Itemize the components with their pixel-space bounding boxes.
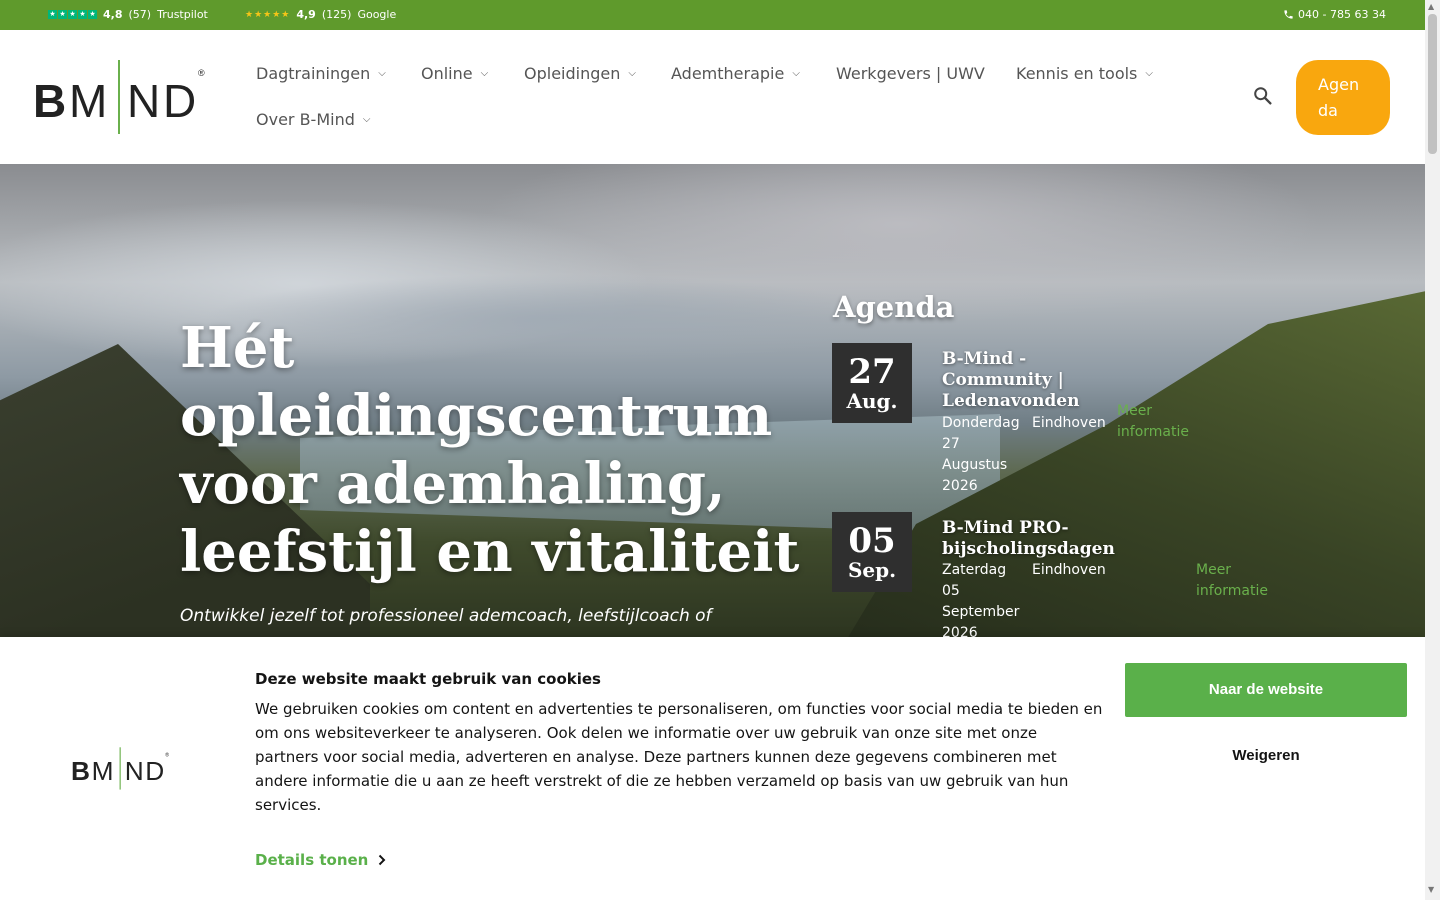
trustpilot-stars-icon: ★ ★ ★ ★ ★ xyxy=(48,10,97,19)
event-date: Donderdag 27 Augustus 2026 xyxy=(942,415,1020,494)
scroll-thumb[interactable] xyxy=(1428,14,1437,154)
svg-text:B: B xyxy=(71,756,90,786)
event-date-badge: 27 Aug. xyxy=(832,343,912,423)
event-title[interactable]: B-Mind PRO-bijscholingsdagen xyxy=(942,518,1142,560)
cookie-banner: B M N D ® Deze website maakt gebruik van… xyxy=(0,637,1425,900)
nav-item-opleidingen[interactable]: Opleidingen ⌵ xyxy=(524,64,636,83)
search-icon[interactable] xyxy=(1252,85,1274,111)
svg-text:M: M xyxy=(92,756,114,786)
agenda-heading: Agenda xyxy=(833,290,955,324)
google-count: (125) xyxy=(321,8,352,21)
svg-text:N: N xyxy=(127,75,160,127)
event-location: Eindhoven xyxy=(1032,562,1106,578)
svg-text:D: D xyxy=(163,75,196,127)
nav-item-kennis-en-tools[interactable]: Kennis en tools ⌵ xyxy=(1016,64,1153,83)
nav-item-ademtherapie[interactable]: Ademtherapie ⌵ xyxy=(671,64,800,83)
phone-number: 040 - 785 63 34 xyxy=(1298,8,1386,21)
nav-label: Ademtherapie xyxy=(671,64,785,83)
svg-text:B: B xyxy=(33,75,66,127)
nav-item-werkgevers[interactable]: Werkgevers | UWV xyxy=(836,64,985,83)
agenda-button[interactable]: Agenda xyxy=(1296,60,1390,135)
svg-text:M: M xyxy=(69,75,107,127)
google-score: 4,9 xyxy=(296,8,316,21)
event-location: Eindhoven xyxy=(1032,415,1106,431)
svg-text:®: ® xyxy=(198,68,205,78)
nav-label: Dagtrainingen xyxy=(256,64,371,83)
decline-cookies-button[interactable]: Weigeren xyxy=(1125,729,1407,783)
event-title[interactable]: B-Mind - Community | Ledenavonden xyxy=(942,349,1132,412)
nav-label: Online xyxy=(421,64,473,83)
nav-item-dagtrainingen[interactable]: Dagtrainingen ⌵ xyxy=(256,64,386,83)
scroll-up-icon[interactable]: ▲ xyxy=(1428,2,1434,11)
event-more-link[interactable]: Meer informatie xyxy=(1117,401,1207,443)
google-rating[interactable]: ★★★★★ 4,9 (125) Google xyxy=(245,8,396,21)
svg-text:®: ® xyxy=(165,751,169,758)
cookie-text: We gebruiken cookies om content en adver… xyxy=(255,700,1103,814)
chevron-right-icon xyxy=(379,854,386,866)
cookie-title: Deze website maakt gebruik van cookies xyxy=(255,670,601,688)
hero-subtitle: Ontwikkel jezelf tot professioneel ademc… xyxy=(180,606,712,626)
chevron-down-icon: ⌵ xyxy=(628,68,636,79)
nav-item-online[interactable]: Online ⌵ xyxy=(421,64,488,83)
chevron-down-icon: ⌵ xyxy=(480,68,489,79)
accept-cookies-button[interactable]: Naar de website xyxy=(1125,663,1407,717)
nav-label: Opleidingen xyxy=(524,64,621,83)
nav-label: Werkgevers | UWV xyxy=(836,64,985,83)
nav-label: Over B-Mind xyxy=(256,110,355,129)
event-date: Zaterdag 05 September 2026 xyxy=(942,562,1020,637)
cookie-details-label: Details tonen xyxy=(255,851,369,869)
phone-icon xyxy=(1284,10,1293,19)
nav-label: Kennis en tools xyxy=(1016,64,1138,83)
hero-banner: Hét opleidingscentrum voor ademhaling, l… xyxy=(0,164,1425,637)
trustpilot-count: (57) xyxy=(128,8,152,21)
cookie-details-link[interactable]: Details tonen xyxy=(255,851,386,869)
google-stars-icon: ★★★★★ xyxy=(245,9,291,20)
event-more-link[interactable]: Meer informatie xyxy=(1196,560,1286,602)
site-header: B M N D ® Dagtrainingen ⌵ Online ⌵ Opleidi… xyxy=(0,30,1425,164)
chevron-down-icon: ⌵ xyxy=(378,68,386,79)
page-scrollbar[interactable]: ▲ ▼ xyxy=(1425,0,1440,900)
event-date-badge: 05 Sep. xyxy=(832,512,912,592)
logo[interactable]: B M N D ® xyxy=(33,60,208,136)
phone-link[interactable]: 040 - 785 63 34 xyxy=(1283,8,1386,21)
scroll-down-icon[interactable]: ▼ xyxy=(1428,885,1434,894)
chevron-down-icon: ⌵ xyxy=(792,68,800,79)
bmind-logo-icon: B M N D ® xyxy=(33,60,205,134)
chevron-down-icon: ⌵ xyxy=(362,114,371,125)
trustpilot-label: Trustpilot xyxy=(157,8,208,21)
svg-text:D: D xyxy=(145,756,164,786)
cookie-logo: B M N D ® xyxy=(71,747,171,795)
google-label: Google xyxy=(357,8,397,21)
svg-text:N: N xyxy=(125,756,144,786)
nav-item-over-b-mind[interactable]: Over B-Mind ⌵ xyxy=(256,110,370,129)
bmind-logo-icon: B M N D ® xyxy=(71,747,169,790)
trustpilot-rating[interactable]: ★ ★ ★ ★ ★ 4,8 (57) Trustpilot xyxy=(48,8,208,21)
trustpilot-score: 4,8 xyxy=(103,8,123,21)
chevron-down-icon: ⌵ xyxy=(1145,68,1153,79)
rating-bar: ★ ★ ★ ★ ★ 4,8 (57) Trustpilot ★★★★★ 4,9 (125… xyxy=(0,0,1425,30)
hero-title: Hét opleidingscentrum voor ademhaling, l… xyxy=(180,315,800,585)
